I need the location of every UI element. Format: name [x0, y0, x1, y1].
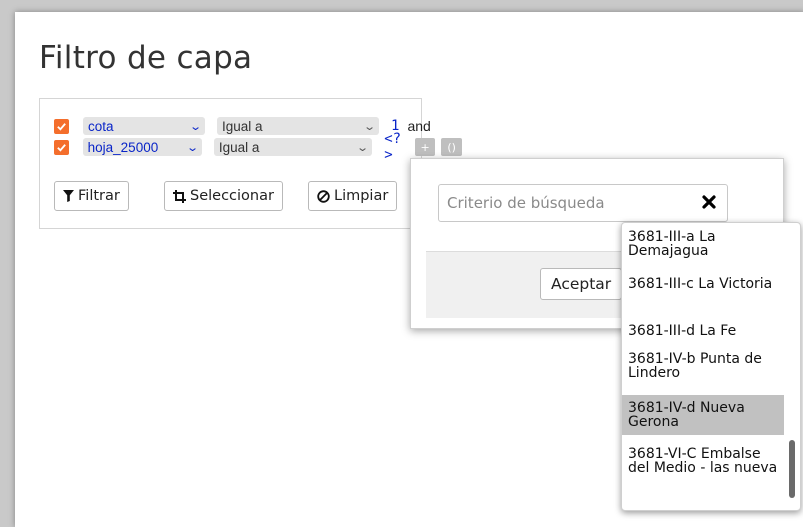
clear-button[interactable]: Limpiar — [308, 181, 398, 211]
dropdown-option-selected[interactable]: 3681-IV-d Nueva Gerona — [622, 395, 784, 435]
search-input[interactable] — [447, 194, 697, 212]
field-select[interactable]: hoja_25000 ⌄ — [82, 138, 202, 156]
chevron-down-icon: ⌄ — [185, 141, 199, 154]
select-button-label: Seleccionar — [190, 188, 274, 204]
chevron-down-icon: ⌄ — [188, 120, 202, 133]
suggestion-dropdown[interactable]: 3681-III-a La Demajagua 3681-III-c La Vi… — [621, 222, 801, 511]
close-icon[interactable] — [701, 194, 717, 210]
filter-button-label: Filtrar — [78, 188, 120, 204]
clear-button-label: Limpiar — [334, 188, 389, 204]
field-select-label: hoja_25000 — [87, 139, 159, 155]
field-select-label: cota — [88, 118, 114, 134]
accept-button[interactable]: Aceptar — [540, 268, 623, 300]
dropdown-option[interactable]: 3681-III-a La Demajagua — [622, 230, 784, 258]
funnel-icon — [63, 190, 74, 202]
dropdown-option[interactable]: 3681-III-d La Fe — [622, 324, 784, 339]
filter-checkbox[interactable] — [54, 118, 69, 134]
filter-value[interactable]: <?> — [384, 131, 409, 163]
ban-icon — [317, 189, 330, 203]
dropdown-option[interactable]: 3681-IV-b Punta de Lindero — [622, 352, 784, 380]
operator-select-label: Igual a — [218, 139, 260, 155]
dropdown-scrollbar[interactable] — [789, 440, 795, 498]
chevron-down-icon: ⌄ — [362, 120, 376, 133]
chevron-down-icon: ⌄ — [356, 141, 370, 154]
check-icon — [57, 122, 66, 131]
crop-icon — [173, 189, 186, 203]
check-icon — [57, 143, 66, 152]
filter-panel: cota ⌄ Igual a ⌄ 1 and hoja_25000 ⌄ Igua… — [39, 98, 462, 229]
select-button[interactable]: Seleccionar — [164, 181, 283, 211]
filter-row: cota ⌄ Igual a ⌄ 1 and — [54, 116, 431, 136]
operator-select-label: Igual a — [222, 118, 263, 134]
operator-select[interactable]: Igual a ⌄ — [217, 117, 379, 135]
operator-select[interactable]: Igual a ⌄ — [213, 138, 373, 156]
add-condition-button[interactable]: + — [414, 138, 436, 156]
page-title: Filtro de capa — [39, 40, 253, 76]
connector-label[interactable]: and — [407, 118, 430, 134]
filter-checkbox[interactable] — [54, 139, 69, 155]
filter-button[interactable]: Filtrar — [54, 181, 129, 211]
field-select[interactable]: cota ⌄ — [83, 117, 205, 135]
search-box — [438, 184, 728, 222]
filter-row: hoja_25000 ⌄ Igual a ⌄ <?> + () — [54, 131, 462, 163]
group-button[interactable]: () — [441, 138, 462, 156]
dropdown-option[interactable]: 3681-VI-C Embalse del Medio - las nueva — [622, 447, 784, 475]
dropdown-option[interactable]: 3681-III-c La Victoria — [622, 277, 784, 292]
